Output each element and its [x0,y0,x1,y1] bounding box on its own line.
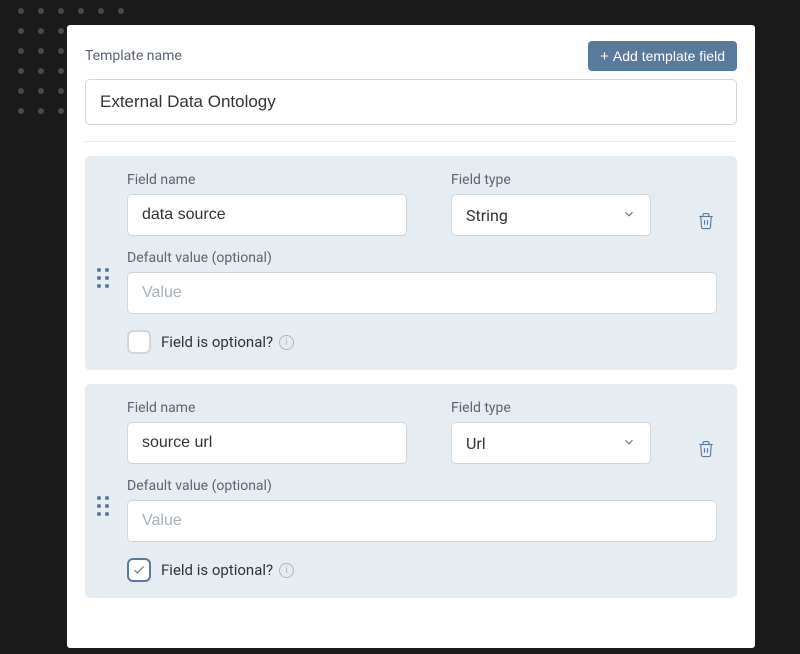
add-template-field-button[interactable]: + Add template field [588,41,737,71]
default-value-label: Default value (optional) [127,478,717,494]
divider [85,141,737,142]
chevron-down-icon [622,434,636,453]
field-type-select[interactable]: String [451,194,651,236]
delete-field-button[interactable] [695,437,717,464]
optional-checkbox[interactable] [127,558,151,582]
optional-label: Field is optional? i [161,561,294,579]
field-type-label: Field type [451,172,651,188]
trash-icon [697,439,715,459]
default-value-row: Default value (optional) [127,250,717,314]
field-name-label: Field name [127,400,407,416]
field-type-column: Field type Url [451,400,651,464]
info-icon[interactable]: i [279,563,294,578]
field-type-value: String [466,206,508,225]
field-row: Field name Field type Url [127,400,717,464]
trash-icon [697,211,715,231]
chevron-down-icon [622,206,636,225]
field-name-column: Field name [127,172,407,236]
drag-handle-icon[interactable] [97,268,109,288]
header-row: Template name + Add template field [85,41,737,71]
optional-checkbox[interactable] [127,330,151,354]
optional-row: Field is optional? i [127,558,717,582]
template-name-input[interactable] [85,79,737,125]
template-name-label: Template name [85,48,182,64]
default-value-row: Default value (optional) [127,478,717,542]
field-name-input[interactable] [127,422,407,464]
field-card: Field name Field type String [85,156,737,370]
template-editor-panel: Template name + Add template field Field… [67,25,755,648]
field-card: Field name Field type Url [85,384,737,598]
info-icon[interactable]: i [279,335,294,350]
default-value-label: Default value (optional) [127,250,717,266]
plus-icon: + [600,49,609,64]
delete-field-button[interactable] [695,209,717,236]
optional-row: Field is optional? i [127,330,717,354]
field-row: Field name Field type String [127,172,717,236]
default-value-input[interactable] [127,500,717,542]
field-name-column: Field name [127,400,407,464]
field-name-label: Field name [127,172,407,188]
default-value-input[interactable] [127,272,717,314]
field-type-column: Field type String [451,172,651,236]
optional-label: Field is optional? i [161,333,294,351]
field-name-input[interactable] [127,194,407,236]
add-button-label: Add template field [613,48,725,64]
field-type-value: Url [466,434,486,453]
field-type-select[interactable]: Url [451,422,651,464]
drag-handle-icon[interactable] [97,496,109,516]
field-type-label: Field type [451,400,651,416]
